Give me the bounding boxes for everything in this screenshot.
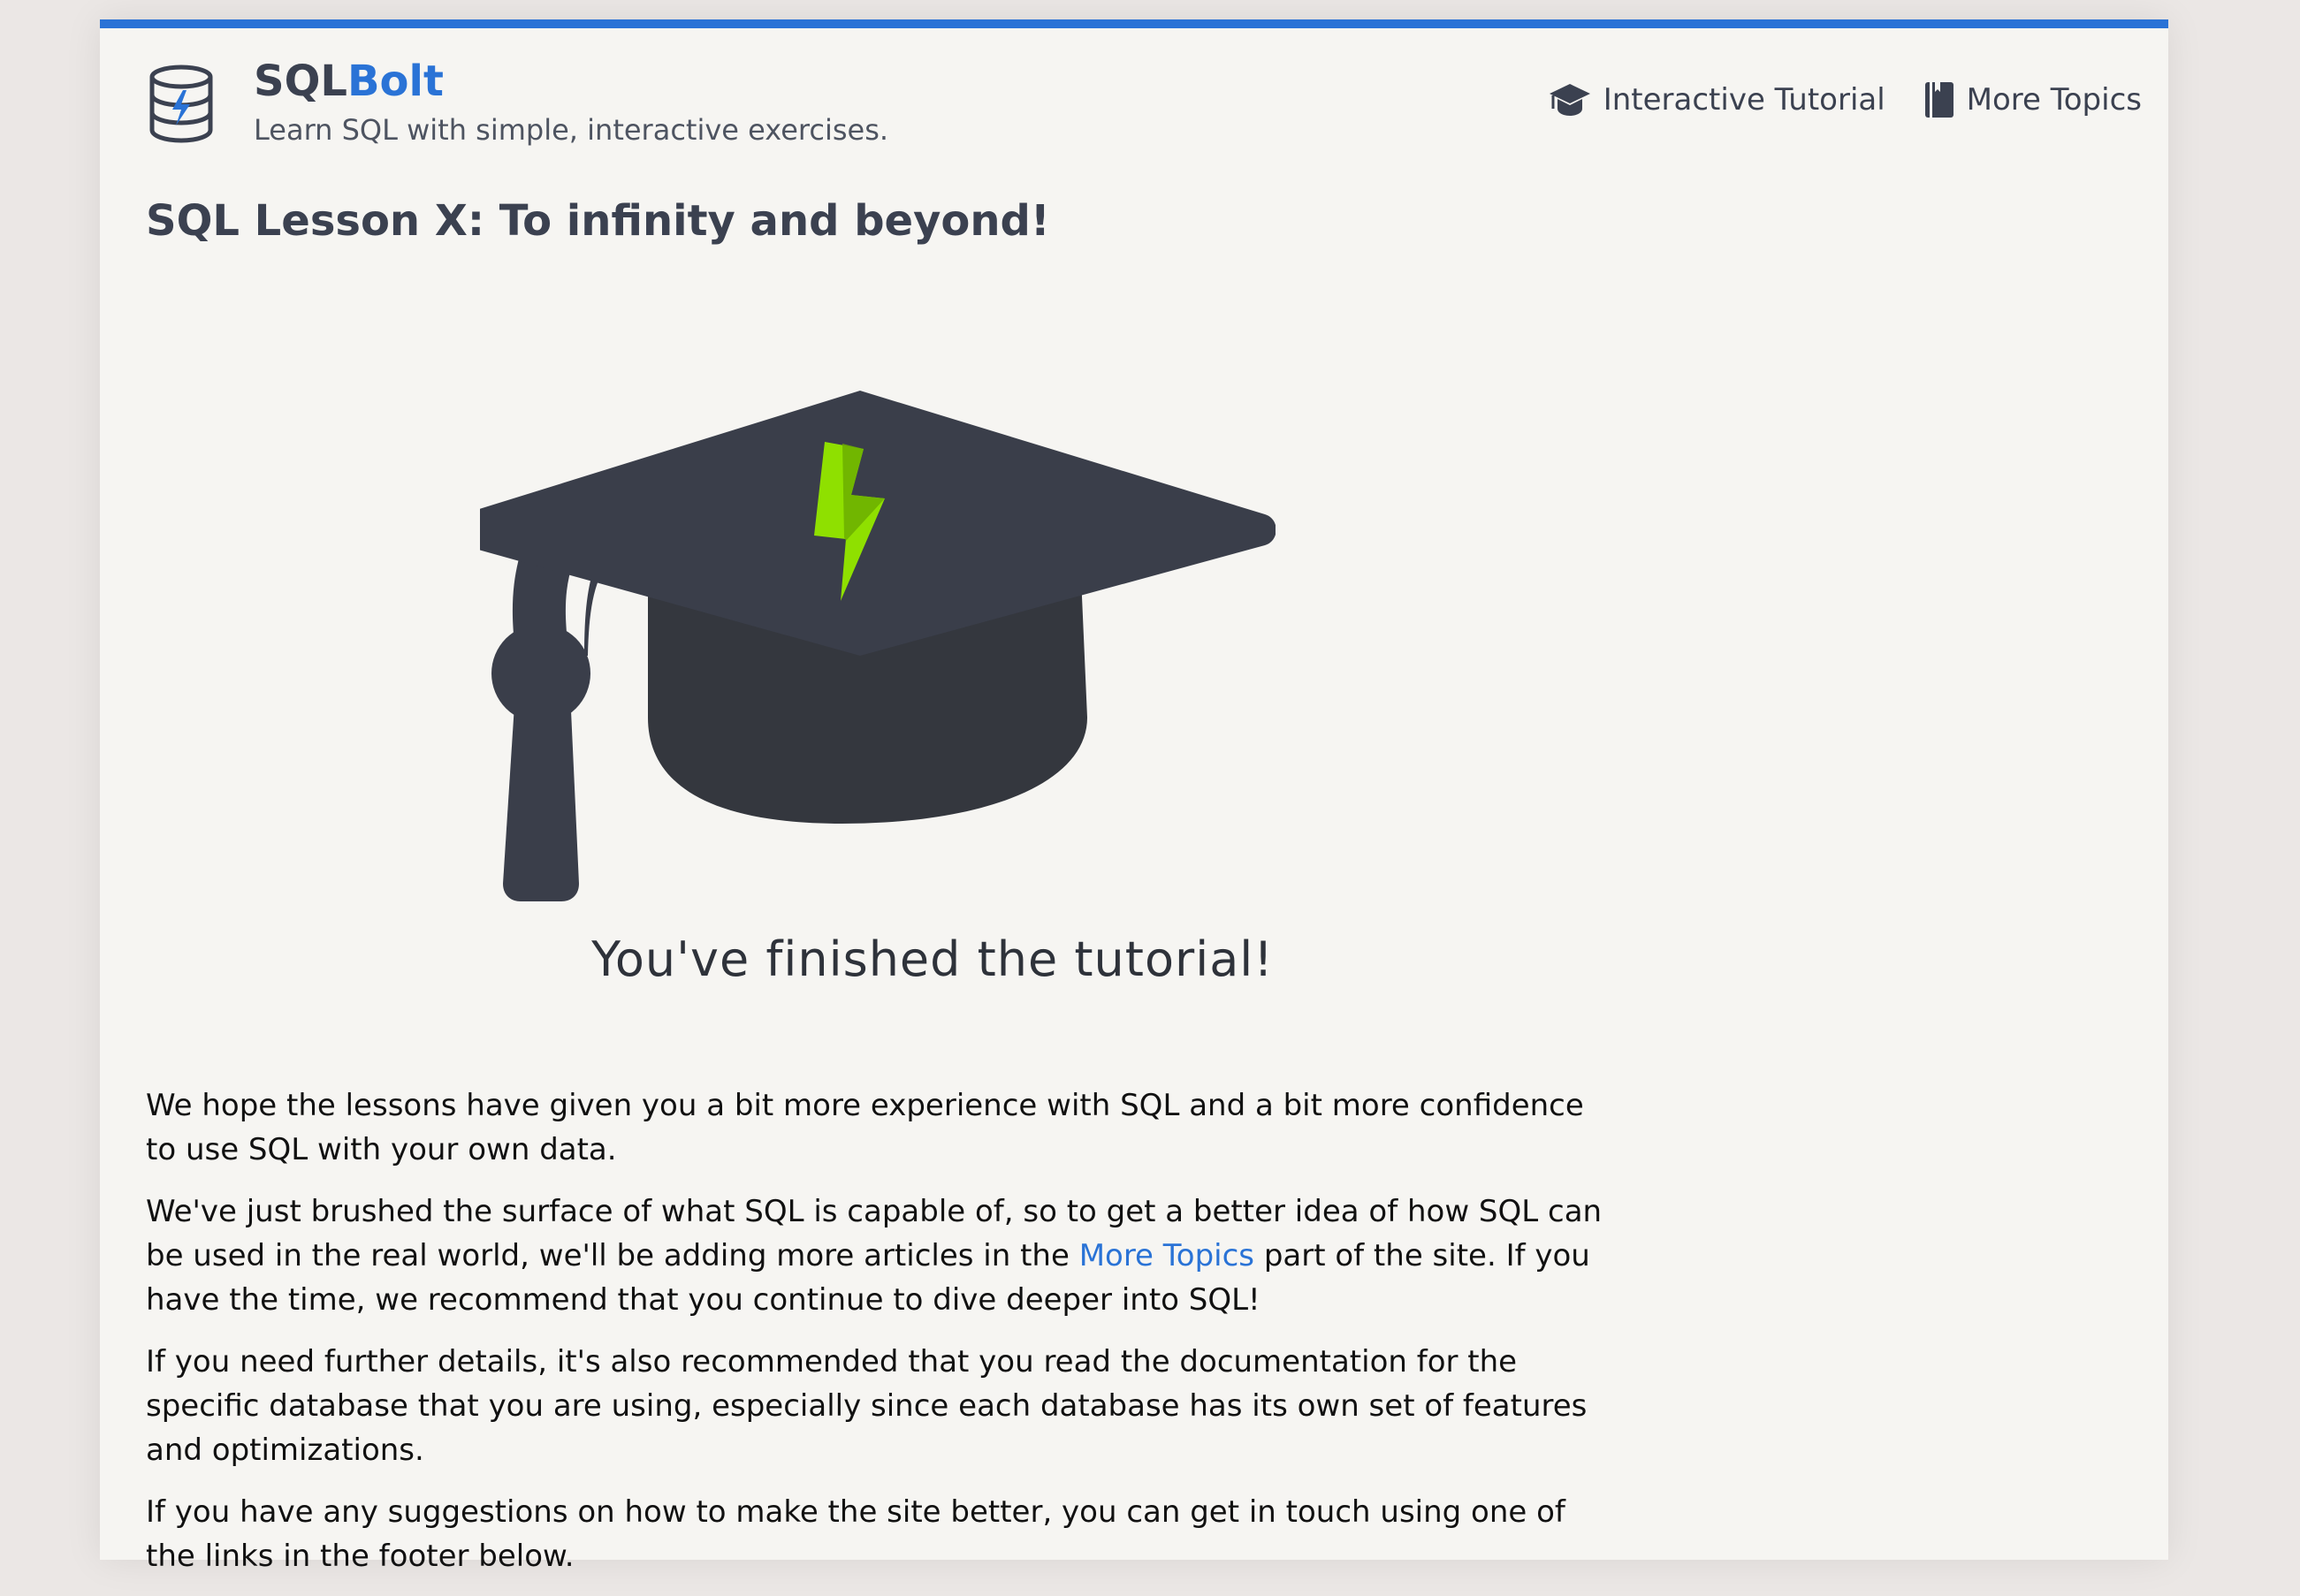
graduation-cap-icon	[1549, 84, 1590, 116]
site-brand[interactable]: SQLBolt	[254, 60, 444, 103]
paragraph-1: We hope the lessons have given you a bit…	[146, 1088, 1584, 1167]
database-bolt-icon[interactable]	[146, 64, 217, 143]
more-topics-link[interactable]: More Topics	[1079, 1238, 1254, 1273]
finished-caption: You've finished the tutorial!	[591, 931, 1274, 987]
graduation-cap-bolt-icon	[480, 391, 1276, 901]
paragraph-2: We've just brushed the surface of what S…	[146, 1189, 1613, 1322]
nav-interactive-tutorial[interactable]: Interactive Tutorial	[1549, 82, 1885, 118]
nav-more-topics[interactable]: More Topics	[1924, 81, 2142, 118]
book-icon	[1924, 82, 1953, 118]
page-container: SQLBolt Learn SQL with simple, interacti…	[100, 19, 2168, 1574]
paragraph-3: If you need further details, it's also r…	[146, 1344, 1588, 1468]
site-tagline: Learn SQL with simple, interactive exerc…	[254, 113, 889, 147]
brand-sql: SQL	[254, 57, 347, 106]
lesson-body: We hope the lessons have given you a bit…	[146, 1083, 1613, 1596]
paragraph-4: If you have any suggestions on how to ma…	[146, 1494, 1565, 1574]
top-nav: Interactive Tutorial More Topics	[1549, 81, 2142, 118]
lesson-title: SQL Lesson X: To infinity and beyond!	[146, 196, 1050, 246]
nav-tutorial-label: Interactive Tutorial	[1603, 82, 1885, 118]
nav-topics-label: More Topics	[1966, 82, 2142, 118]
site-header: SQLBolt Learn SQL with simple, interacti…	[100, 28, 2168, 170]
brand-bolt: Bolt	[347, 57, 444, 106]
